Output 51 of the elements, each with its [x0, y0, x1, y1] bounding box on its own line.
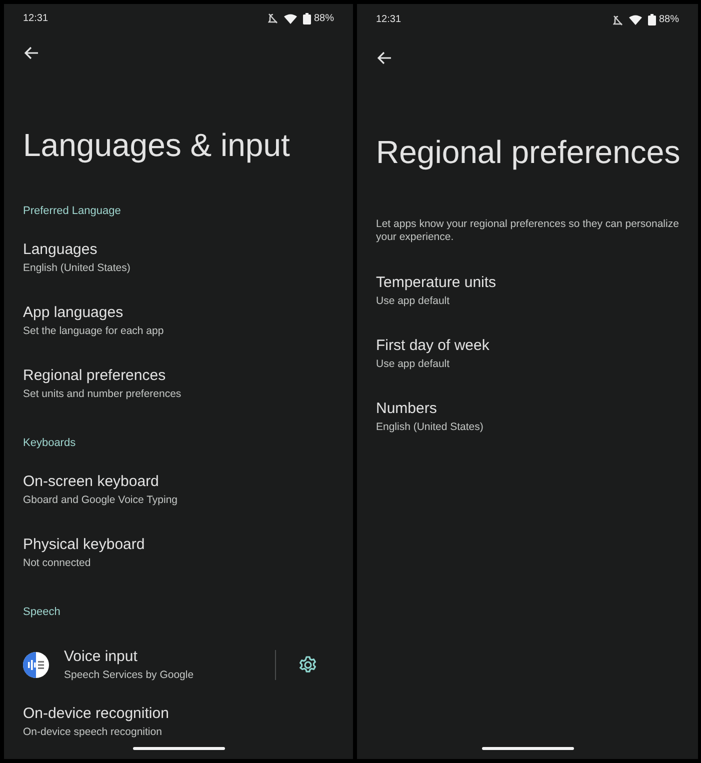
item-subtitle: Speech Services by Google	[64, 668, 195, 682]
item-title: On-screen keyboard	[23, 472, 160, 492]
list-item[interactable]: Numbers English (United States)	[376, 391, 679, 454]
item-subtitle: Not connected	[23, 556, 92, 571]
item-title: Regional preferences	[23, 366, 167, 386]
settings-icon	[299, 656, 317, 674]
battery-icon	[302, 12, 311, 25]
item-subtitle: English (United States)	[23, 261, 132, 276]
battery-level: 88%	[658, 14, 679, 26]
back-button[interactable]	[23, 45, 39, 62]
item-subtitle: On-device speech recognition	[23, 725, 163, 740]
item-subtitle: Set units and number preferences	[23, 387, 182, 402]
back-button[interactable]	[376, 50, 392, 66]
list-item[interactable]: On-screen keyboard Gboard and Google Voice Typing	[23, 464, 334, 527]
list-item[interactable]: Voice input Speech Services by Google	[23, 633, 334, 696]
page-title: Regional preferences	[376, 133, 679, 172]
list-item[interactable]: Temperature units Use app default	[376, 265, 679, 328]
section-header: Keyboards	[23, 436, 77, 451]
item-subtitle: Gboard and Google Voice Typing	[23, 493, 179, 508]
section-header: Speech	[23, 605, 62, 620]
status-time: 12:31	[23, 12, 48, 25]
wifi-icon	[284, 14, 297, 24]
item-title: Numbers	[376, 399, 438, 419]
item-subtitle: Use app default	[376, 294, 451, 309]
page-title: Languages & input	[23, 126, 291, 165]
item-title: Temperature units	[376, 273, 498, 293]
battery-level: 88%	[314, 12, 334, 25]
list-item[interactable]: Regional preferences Set units and number preferences	[23, 358, 334, 421]
list-item[interactable]: Languages English (United States)	[23, 232, 334, 295]
item-title: First day of week	[376, 336, 490, 356]
item-title: App languages	[23, 303, 124, 323]
voice-app-icon	[23, 652, 49, 678]
item-title: Physical keyboard	[23, 535, 146, 555]
item-subtitle: Set the language for each app	[23, 324, 165, 339]
item-subtitle: Use app default	[376, 357, 451, 372]
item-title: On-device recognition	[23, 704, 170, 724]
description-text: Let apps know your regional preferences so they can personalize your experience.	[376, 218, 679, 244]
item-title: Voice input	[64, 646, 138, 666]
list-item[interactable]: On-device recognition On-device speech recognition	[23, 696, 334, 759]
list-item[interactable]: Physical keyboard Not connected	[23, 527, 334, 590]
status-time: 12:31	[376, 14, 402, 26]
section-header: Preferred Language	[23, 204, 122, 219]
back-arrow-icon	[24, 46, 38, 60]
wifi-icon	[628, 15, 642, 25]
item-subtitle: English (United States)	[376, 420, 484, 435]
list-item[interactable]: First day of week Use app default	[376, 328, 679, 391]
settings-button[interactable]	[298, 654, 318, 674]
back-arrow-icon	[376, 51, 392, 65]
item-title: Languages	[23, 240, 98, 260]
battery-icon	[648, 14, 656, 26]
list-item[interactable]: App languages Set the language for each app	[23, 295, 334, 358]
